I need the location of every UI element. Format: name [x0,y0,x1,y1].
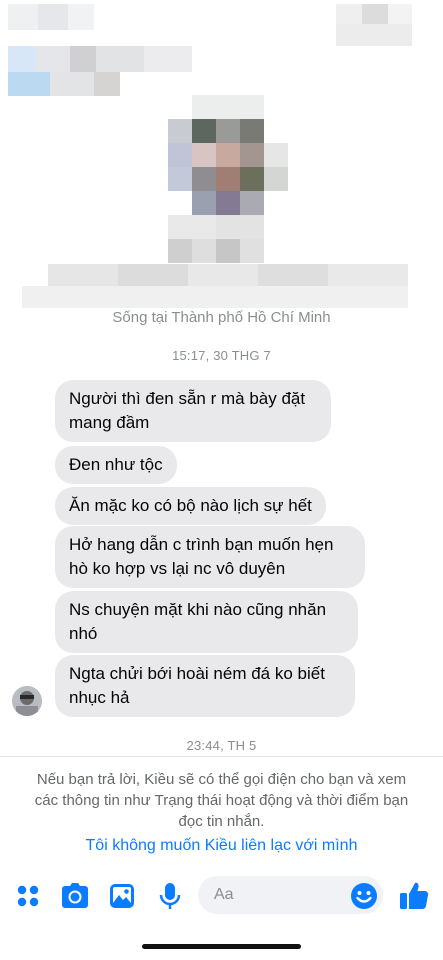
emoji-icon[interactable] [350,882,378,910]
message-bubble[interactable]: Đen như tộc [55,446,177,484]
blurred-profile-photo [166,95,290,265]
message-input-placeholder: Aa [214,886,234,903]
message-bubble[interactable]: Ăn mặc ko có bộ nào lịch sự hết [55,487,326,525]
notice-text: Nếu bạn trả lời, Kiều sẽ có thể gọi điện… [34,771,409,830]
blurred-header-top-right [330,0,443,50]
thumbs-up-icon[interactable] [399,880,429,910]
camera-icon[interactable] [61,883,89,909]
message-bubble[interactable]: Hở hang dẫn c trình bạn muốn hẹn hò ko h… [55,526,365,588]
blurred-contact-name [22,262,412,310]
message-text: Người thì đen sẵn r mà bày đặt mang đầm [69,389,306,432]
message-text: Ns chuyện mặt khi nào cũng nhăn nhó [69,600,327,643]
message-text: Ngta chửi bới hoài ném đá ko biết nhục h… [69,664,325,707]
message-text: Đen như tộc [69,455,163,474]
photo-icon[interactable] [109,883,135,909]
message-text: Hở hang dẫn c trình bạn muốn hẹn hò ko h… [69,535,334,578]
profile-location: Sống tại Thành phố Hồ Chí Minh [112,309,331,326]
block-contact-link[interactable]: Tôi không muốn Kiều liên lạc với mình [0,837,443,855]
blurred-name-top-left [0,0,200,100]
message-timestamp: 23:44, TH 5 [186,738,257,753]
message-request-notice: Nếu bạn trả lời, Kiều sẽ có thể gọi điện… [0,756,443,867]
apps-icon[interactable] [16,884,40,908]
message-bubble[interactable]: Ngta chửi bới hoài ném đá ko biết nhục h… [55,655,355,717]
home-indicator [142,944,301,949]
microphone-icon[interactable] [158,882,182,910]
message-timestamp: 15:17, 30 THG 7 [172,348,271,363]
composer-bar: Aa [0,870,443,922]
message-bubble[interactable]: Ns chuyện mặt khi nào cũng nhăn nhó [55,591,358,653]
sender-avatar[interactable] [12,686,42,716]
avatar-image [12,686,42,716]
message-text: Ăn mặc ko có bộ nào lịch sự hết [69,496,312,515]
message-bubble[interactable]: Người thì đen sẵn r mà bày đặt mang đầm [55,380,331,442]
